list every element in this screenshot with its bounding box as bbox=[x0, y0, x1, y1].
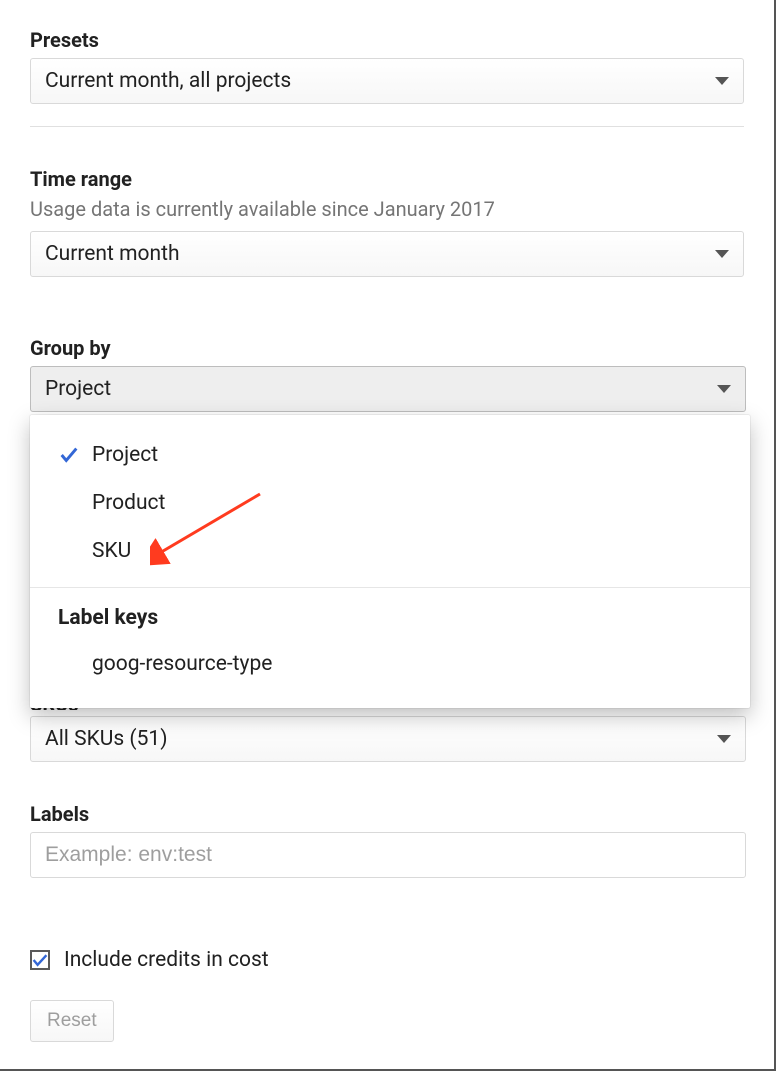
group-by-label: Group by bbox=[30, 336, 746, 360]
group-by-select[interactable]: Project bbox=[30, 366, 746, 412]
reset-button-wrap: Reset bbox=[30, 1000, 114, 1042]
chevron-down-icon bbox=[717, 735, 731, 743]
skus-select[interactable]: All SKUs (51) bbox=[30, 716, 746, 762]
group-by-labelkeys-section: Label keys goog-resource-type bbox=[30, 587, 750, 694]
presets-value: Current month, all projects bbox=[45, 69, 291, 93]
option-label: goog-resource-type bbox=[92, 652, 272, 676]
group-by-option-sku[interactable]: SKU bbox=[30, 527, 750, 575]
time-range-select[interactable]: Current month bbox=[30, 231, 744, 277]
presets-label: Presets bbox=[30, 28, 744, 52]
option-label: SKU bbox=[92, 539, 131, 563]
reset-button-label: Reset bbox=[47, 1010, 97, 1032]
include-credits-label: Include credits in cost bbox=[64, 948, 269, 972]
check-icon bbox=[58, 444, 92, 466]
option-label: Project bbox=[92, 443, 158, 467]
group-by-option-list: Project Product SKU bbox=[30, 425, 750, 581]
labels-input[interactable] bbox=[30, 832, 746, 878]
group-by-dropdown: Project Product SKU Label keys goog-reso… bbox=[30, 415, 750, 708]
group-by-value: Project bbox=[45, 377, 111, 401]
time-range-field: Time range Usage data is currently avail… bbox=[30, 167, 744, 277]
chevron-down-icon bbox=[717, 385, 731, 393]
include-credits-checkbox[interactable] bbox=[30, 950, 50, 970]
reset-button[interactable]: Reset bbox=[30, 1000, 114, 1042]
presets-select[interactable]: Current month, all projects bbox=[30, 58, 744, 104]
credits-row: Include credits in cost bbox=[30, 918, 746, 1006]
group-by-field: Group by Project bbox=[30, 336, 746, 412]
time-range-value: Current month bbox=[45, 242, 180, 266]
time-range-sublabel: Usage data is currently available since … bbox=[30, 197, 744, 221]
group-by-labelkey-goog-resource-type[interactable]: goog-resource-type bbox=[30, 640, 750, 688]
group-by-option-product[interactable]: Product bbox=[30, 479, 750, 527]
section-divider bbox=[30, 126, 744, 127]
presets-field: Presets Current month, all projects bbox=[30, 28, 744, 104]
label-keys-title: Label keys bbox=[30, 606, 750, 640]
filters-panel: Presets Current month, all projects Time… bbox=[0, 0, 776, 1071]
option-label: Product bbox=[92, 491, 165, 515]
labels-label: Labels bbox=[30, 802, 746, 826]
skus-value: All SKUs (51) bbox=[45, 727, 168, 751]
time-range-label: Time range bbox=[30, 167, 744, 191]
chevron-down-icon bbox=[715, 250, 729, 258]
group-by-option-project[interactable]: Project bbox=[30, 431, 750, 479]
chevron-down-icon bbox=[715, 77, 729, 85]
labels-field: Labels bbox=[30, 802, 746, 878]
